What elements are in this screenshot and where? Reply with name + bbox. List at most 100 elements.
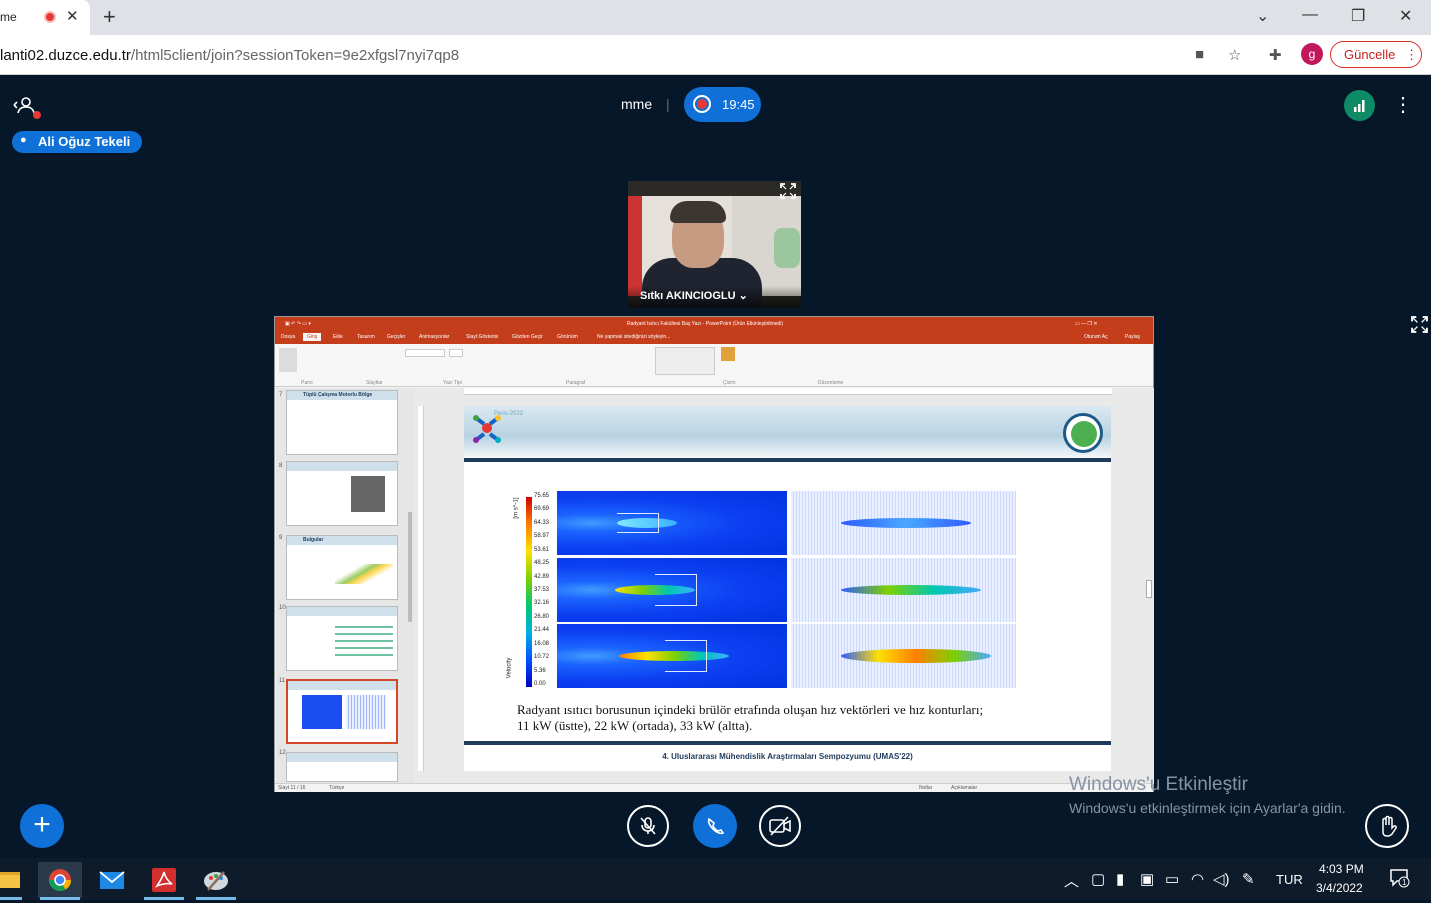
browser-tab-bar bbox=[0, 0, 1431, 35]
screenshare-fullscreen-icon[interactable] bbox=[1411, 316, 1428, 337]
slide-header-line bbox=[464, 458, 1111, 462]
thumb-header bbox=[288, 681, 396, 690]
new-tab-button[interactable]: + bbox=[103, 4, 116, 30]
thumb-header bbox=[287, 462, 397, 471]
network-share-icon[interactable]: ▣ bbox=[1140, 870, 1154, 888]
participants-icon[interactable] bbox=[13, 96, 35, 119]
ribbon-tab[interactable]: Gözden Geçir bbox=[512, 334, 543, 340]
actions-plus-button[interactable]: + bbox=[20, 804, 64, 848]
editor-scrollbar[interactable] bbox=[1146, 580, 1152, 598]
ribbon-group-label: Slaytlar bbox=[366, 380, 383, 386]
recording-time: 19:45 bbox=[722, 97, 755, 112]
connection-status-button[interactable] bbox=[1344, 90, 1375, 121]
ribbon-tab[interactable]: Tasarım bbox=[357, 334, 375, 340]
tab-search-icon[interactable]: ⌄ bbox=[1256, 6, 1269, 26]
camera-off-button[interactable] bbox=[759, 805, 801, 847]
meet-now-icon[interactable]: ▢ bbox=[1091, 870, 1105, 888]
vectors-33kw bbox=[791, 624, 1016, 688]
thumb-title: Bulgular bbox=[303, 537, 324, 543]
bookmark-star-icon[interactable]: ☆ bbox=[1228, 46, 1241, 64]
tab-close-icon[interactable]: ✕ bbox=[66, 7, 79, 25]
url-text[interactable]: lanti02.duzce.edu.tr/html5client/join?se… bbox=[0, 47, 459, 64]
ribbon-tab-active[interactable]: Giriş bbox=[303, 333, 322, 341]
sign-in-link[interactable]: Oturum Aç bbox=[1084, 334, 1108, 340]
colorbar-tick-label: 64.33 bbox=[534, 519, 550, 526]
font-size-select[interactable] bbox=[449, 349, 463, 357]
arrange-icon[interactable] bbox=[721, 347, 735, 361]
slide-thumbnail[interactable] bbox=[286, 461, 398, 526]
mute-button[interactable] bbox=[627, 805, 669, 847]
restore-button[interactable]: ❐ bbox=[1351, 6, 1365, 26]
ribbon-tab[interactable]: Görünüm bbox=[557, 334, 578, 340]
mail-icon[interactable] bbox=[90, 862, 134, 898]
slide-thumbnail[interactable] bbox=[286, 606, 398, 671]
extensions-icon[interactable]: ✚ bbox=[1269, 46, 1282, 64]
tell-me-box[interactable]: Ne yapmak istediğinizi söyleyin... bbox=[597, 334, 670, 340]
notes-button[interactable]: Notlar bbox=[919, 785, 932, 791]
paste-icon[interactable] bbox=[279, 348, 297, 372]
notification-count: 1 bbox=[1402, 878, 1407, 887]
ribbon-tab[interactable]: Slayt Gösterisi bbox=[466, 334, 498, 340]
slide-header-banner bbox=[464, 406, 1111, 461]
font-select[interactable] bbox=[405, 349, 445, 357]
tab-recording-icon bbox=[44, 11, 56, 23]
ribbon-tab[interactable]: Dosya bbox=[281, 334, 295, 340]
ribbon-tab[interactable]: Animasyonlar bbox=[419, 334, 449, 340]
thumb-cube-image bbox=[351, 476, 385, 512]
clock-time[interactable]: 4:03 PM bbox=[1319, 862, 1364, 876]
paint-icon[interactable] bbox=[194, 862, 238, 898]
notification-dot bbox=[33, 111, 41, 119]
slide-thumbnail-selected[interactable] bbox=[286, 679, 398, 744]
minimize-button[interactable]: — bbox=[1302, 6, 1318, 24]
url-host: lanti02.duzce.edu.tr bbox=[0, 47, 131, 64]
pen-icon[interactable]: ✎ bbox=[1242, 870, 1255, 888]
notification-center-icon[interactable]: 1 bbox=[1389, 867, 1411, 894]
shapes-gallery[interactable] bbox=[655, 347, 715, 375]
slide-caption-line1: Radyant ısıtıcı borusunun içindeki brülö… bbox=[517, 702, 984, 717]
clock-date[interactable]: 3/4/2022 bbox=[1316, 881, 1363, 895]
thumbnail-scrollbar[interactable] bbox=[408, 512, 412, 622]
chrome-icon[interactable] bbox=[38, 862, 82, 898]
profile-avatar[interactable]: g bbox=[1301, 43, 1323, 65]
raise-hand-button[interactable] bbox=[1365, 804, 1409, 848]
flame bbox=[841, 518, 971, 528]
slide-thumbnail[interactable]: Tüplü Çalışma Motorlu Bölge bbox=[286, 390, 398, 455]
thumb-header bbox=[287, 753, 397, 762]
thumb-vector-image bbox=[346, 695, 386, 729]
colorbar-tick-label: 58.97 bbox=[534, 533, 550, 540]
contour-22kw bbox=[557, 558, 787, 622]
qat-icons[interactable]: ▣ ↶ ↷ ▭ ▾ bbox=[285, 321, 311, 327]
camera-icon[interactable]: ■ bbox=[1195, 46, 1204, 63]
colorbar-ticks: 75.65 69.69 64.33 58.97 53.61 48.25 42.89 37.53… bbox=[534, 493, 550, 689]
update-button[interactable]: Güncelle ⋮ bbox=[1330, 41, 1422, 68]
thumb-number: 7 bbox=[279, 392, 283, 398]
slide-thumbnail[interactable] bbox=[286, 752, 398, 782]
comments-button[interactable]: Açıklamalar bbox=[951, 785, 977, 791]
language-status[interactable]: Türkçe bbox=[329, 785, 344, 791]
battery-icon[interactable]: ▭ bbox=[1165, 870, 1179, 888]
thumb-number: 9 bbox=[279, 535, 283, 541]
thumb-number: 8 bbox=[279, 463, 283, 469]
tray-overflow-icon[interactable]: ︿ bbox=[1064, 870, 1079, 891]
volume-icon[interactable]: ◁) bbox=[1213, 870, 1230, 888]
close-window-button[interactable]: ✕ bbox=[1399, 6, 1412, 26]
acrobat-icon[interactable] bbox=[142, 862, 186, 898]
ribbon-tab[interactable]: Geçişler bbox=[387, 334, 405, 340]
pp-window-controls[interactable]: ▭ — ❐ ✕ bbox=[1075, 321, 1098, 327]
microphone-icon[interactable]: ▮ bbox=[1116, 870, 1124, 888]
wifi-icon[interactable]: ◠ bbox=[1191, 870, 1204, 888]
share-button[interactable]: Paylaş bbox=[1125, 334, 1140, 340]
webcam-fullscreen-icon[interactable] bbox=[780, 183, 796, 202]
slide-thumbnail[interactable]: Bulgular bbox=[286, 535, 398, 600]
audio-phone-button[interactable] bbox=[693, 804, 737, 848]
vectors-11kw bbox=[791, 491, 1016, 555]
input-language[interactable]: TUR bbox=[1276, 872, 1303, 887]
record-dot bbox=[697, 99, 707, 109]
colorbar-tick-label: 16.08 bbox=[534, 640, 550, 647]
ribbon-tab[interactable]: Ekle bbox=[333, 334, 343, 340]
url-path: /html5client/join?sessionToken=9e2xfgsl7… bbox=[130, 47, 460, 64]
webcam-username[interactable]: Sıtkı AKINCIOGLU ⌄ bbox=[628, 286, 801, 308]
title-separator: | bbox=[666, 96, 670, 112]
webcam-banner bbox=[774, 228, 800, 268]
options-menu-icon[interactable]: ⋮ bbox=[1393, 92, 1413, 117]
